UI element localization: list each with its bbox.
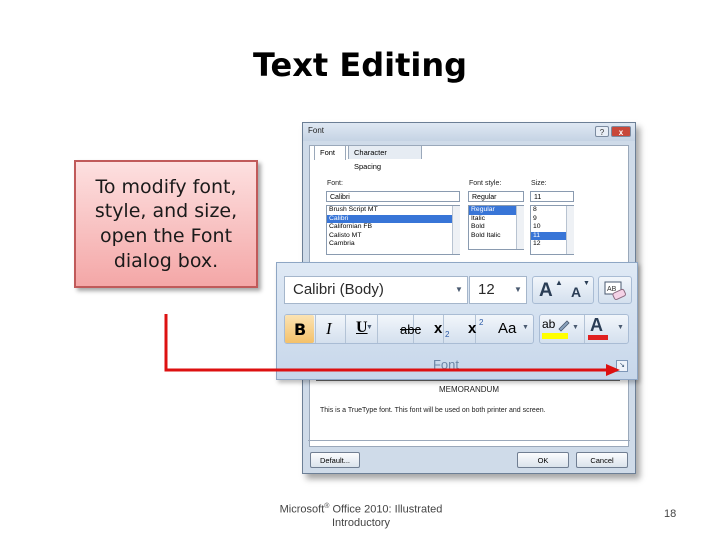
footer-prefix: Microsoft (279, 503, 325, 516)
footer-text: Microsoft® Office 2010: Illustrated Intr… (262, 500, 460, 530)
page-number: 18 (664, 508, 677, 520)
pointer-arrow (164, 314, 620, 376)
footer-rest: Office 2010: Illustrated Introductory (329, 503, 443, 529)
